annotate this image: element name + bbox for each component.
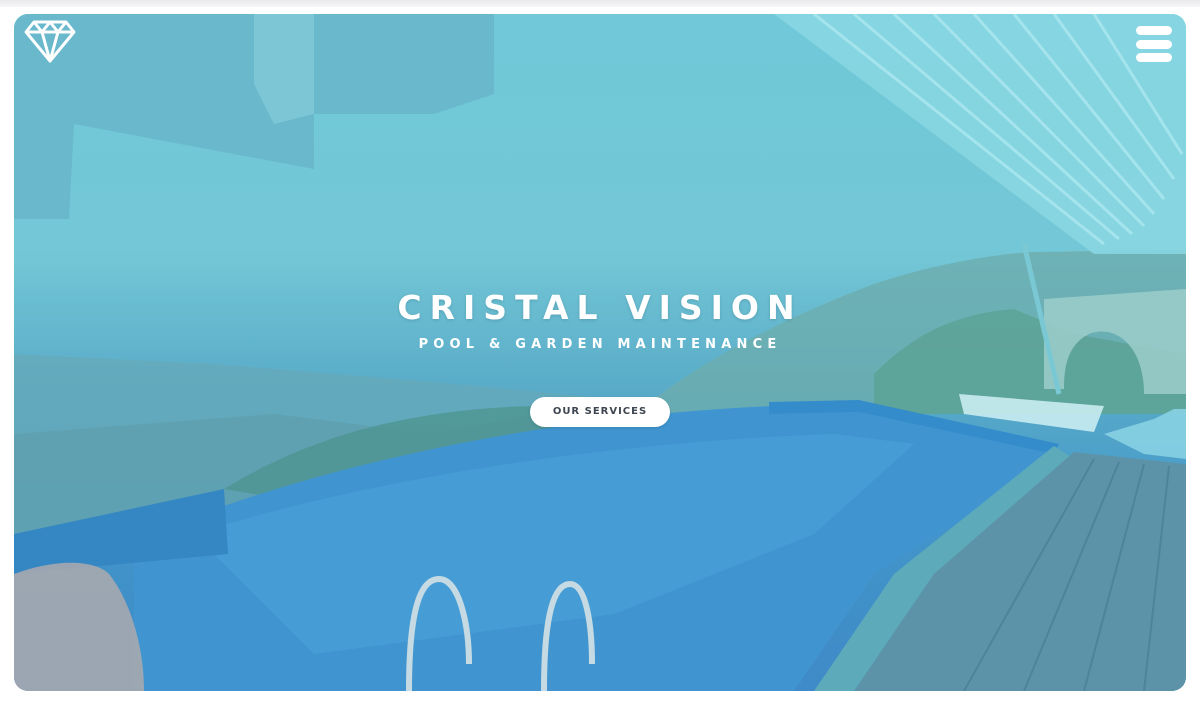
site-title: CRISTAL VISION bbox=[397, 288, 803, 327]
diamond-icon[interactable] bbox=[22, 18, 78, 64]
menu-bar bbox=[1136, 26, 1172, 35]
hero-section: CRISTAL VISION POOL & GARDEN MAINTENANCE… bbox=[14, 14, 1186, 691]
menu-bar bbox=[1136, 39, 1172, 49]
browser-top-strip bbox=[0, 0, 1200, 7]
menu-bar bbox=[1136, 53, 1172, 62]
site-tagline: POOL & GARDEN MAINTENANCE bbox=[418, 337, 782, 352]
hamburger-menu-icon[interactable] bbox=[1136, 26, 1172, 62]
our-services-button[interactable]: OUR SERVICES bbox=[530, 397, 670, 427]
hero-background-image bbox=[14, 14, 1186, 691]
